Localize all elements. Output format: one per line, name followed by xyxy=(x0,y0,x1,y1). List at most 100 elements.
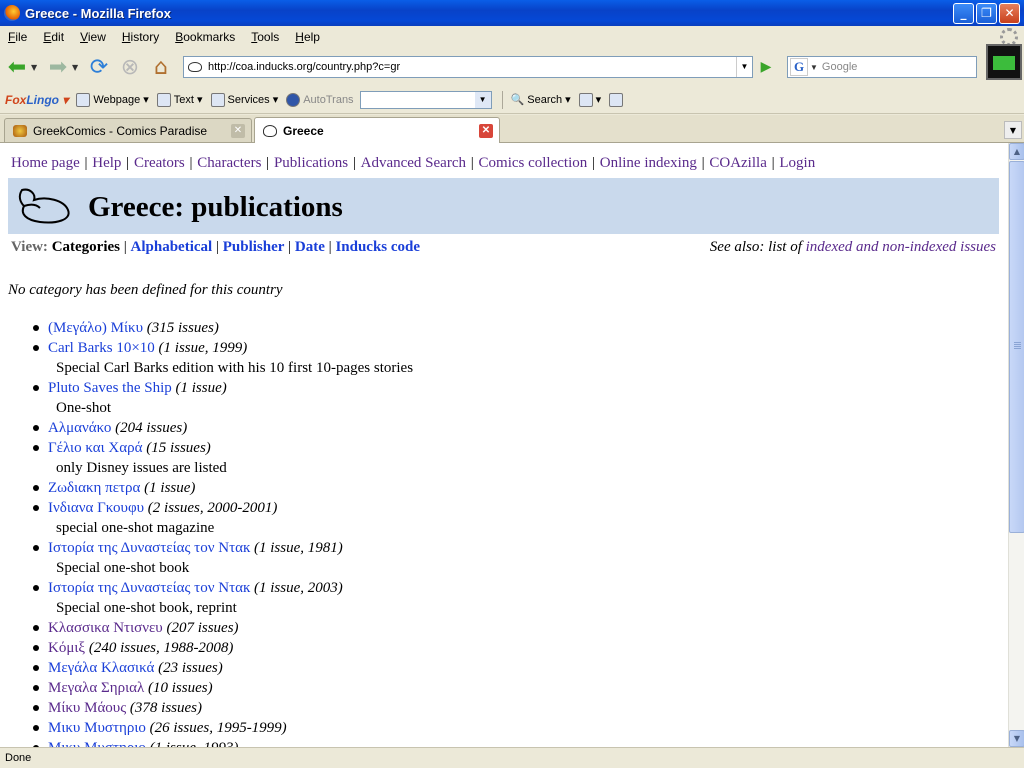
menu-tools[interactable]: Tools xyxy=(243,30,287,44)
publication-link[interactable]: Ιστορία της Δυναστείας τον Νταк xyxy=(48,580,250,596)
menu-bookmarks[interactable]: Bookmarks xyxy=(167,30,243,44)
tab-greece[interactable]: Greece ✕ xyxy=(254,117,500,143)
services-menu[interactable]: Services ▾ xyxy=(210,92,278,107)
nav-login[interactable]: Login xyxy=(779,155,815,171)
foxlingo-label-b: Lingo xyxy=(26,92,59,107)
publication-description: special one-shot magazine xyxy=(56,520,215,536)
image-tool[interactable] xyxy=(609,92,624,107)
tab-greekcomics[interactable]: GreekComics - Comics Paradise ✕ xyxy=(4,118,252,142)
publication-info: (1 issue) xyxy=(144,480,196,496)
home-icon[interactable]: ⌂ xyxy=(147,53,175,81)
autotrans-toggle[interactable]: AutoTrans xyxy=(286,92,354,107)
status-text: Done xyxy=(5,752,32,764)
scroll-thumb[interactable] xyxy=(1009,161,1024,533)
scroll-up-arrow-icon[interactable]: ▲ xyxy=(1009,143,1024,160)
vertical-scrollbar[interactable]: ▲ ▼ xyxy=(1008,143,1024,747)
forward-arrow-icon[interactable]: ➡ xyxy=(44,53,72,81)
nav-help[interactable]: Help xyxy=(92,155,121,171)
publication-link[interactable]: Αλμανάκο xyxy=(48,420,111,436)
list-item: Μεγάλα Κλασικά (23 issues) xyxy=(33,658,413,678)
webpage-icon xyxy=(76,92,91,107)
publication-link[interactable]: Carl Barks 10×10 xyxy=(48,340,155,356)
url-history-dropdown-icon[interactable]: ▼ xyxy=(736,57,752,77)
publication-link[interactable]: Pluto Saves the Ship xyxy=(48,380,172,396)
publication-link[interactable]: (Μεγάλο) Μίκυ xyxy=(48,320,143,336)
firefox-icon xyxy=(4,5,20,21)
translate-menu[interactable]: ▾ xyxy=(578,92,601,107)
tab-label: GreekComics - Comics Paradise xyxy=(33,123,208,138)
menu-view[interactable]: View xyxy=(72,30,114,44)
menu-edit[interactable]: Edit xyxy=(35,30,72,44)
site-favicon-icon xyxy=(188,62,202,72)
nav-characters[interactable]: Characters xyxy=(197,155,261,171)
inducks-duck-logo-icon[interactable] xyxy=(16,186,74,226)
maximize-button[interactable]: ❐ xyxy=(976,2,997,24)
address-bar[interactable]: http://coa.inducks.org/country.php?c=gr … xyxy=(183,56,753,78)
publication-link[interactable]: Μεγάλα Κλασικά xyxy=(48,660,154,676)
list-item: Γέλιο και Χαρά (15 issues) xyxy=(33,438,413,458)
reload-icon[interactable]: ⟳ xyxy=(85,53,113,81)
publication-info: (23 issues) xyxy=(158,660,223,676)
view-date-link[interactable]: Date xyxy=(295,239,325,255)
tab-close-icon[interactable]: ✕ xyxy=(479,123,493,138)
nav-publications[interactable]: Publications xyxy=(274,155,348,171)
list-item: (Μεγάλο) Μίκυ (315 issues) xyxy=(33,318,413,338)
bullet-icon xyxy=(33,585,39,591)
close-button[interactable]: ✕ xyxy=(999,2,1020,24)
back-arrow-icon[interactable]: ⬅ xyxy=(3,53,31,81)
indexed-issues-link[interactable]: indexed and non-indexed issues xyxy=(806,239,996,255)
nav-home-page[interactable]: Home page xyxy=(11,155,80,171)
nav-coazilla[interactable]: COAzilla xyxy=(709,155,767,171)
publication-link[interactable]: Ιστορία της Δυναστείας τον Νταк xyxy=(48,540,250,556)
back-history-dropdown-icon[interactable]: ▼ xyxy=(31,63,41,72)
nav-comics-collection[interactable]: Comics collection xyxy=(479,155,588,171)
url-text[interactable]: http://coa.inducks.org/country.php?c=gr xyxy=(208,61,736,73)
search-placeholder[interactable]: Google xyxy=(822,61,857,73)
view-alphabetical-link[interactable]: Alphabetical xyxy=(131,239,213,255)
search-menu[interactable]: 🔍 Search ▾ xyxy=(511,93,571,107)
search-box[interactable]: G ▼ Google xyxy=(787,56,977,78)
publication-link[interactable]: Ινδιανα Γκουφυ xyxy=(48,500,144,516)
publication-description: Special one-shot book xyxy=(56,560,190,576)
publication-link[interactable]: Μεγαλα Σηριαλ xyxy=(48,680,144,696)
tab-list-dropdown-icon[interactable]: ▼ xyxy=(1004,121,1022,139)
publication-link[interactable]: Γέλιο και Χαρά xyxy=(48,440,142,456)
language-select-dropdown-icon[interactable]: ▼ xyxy=(474,91,491,108)
menu-history[interactable]: History xyxy=(114,30,167,44)
translate-icon xyxy=(578,92,593,107)
publication-link[interactable]: Μικυ Μυστηριο xyxy=(48,740,146,747)
text-menu[interactable]: Text ▾ xyxy=(156,92,203,107)
publication-link[interactable]: Κόμιξ xyxy=(48,640,85,656)
bullet-icon xyxy=(33,665,39,671)
tab-close-icon[interactable]: ✕ xyxy=(231,123,245,138)
publication-link[interactable]: Κλασσικα Ντισνευ xyxy=(48,620,163,636)
nav-online-indexing[interactable]: Online indexing xyxy=(600,155,697,171)
view-label: View: xyxy=(11,239,48,255)
go-arrow-icon[interactable]: ▶ xyxy=(755,56,777,78)
nav-creators[interactable]: Creators xyxy=(134,155,185,171)
forward-history-dropdown-icon[interactable]: ▼ xyxy=(72,63,82,72)
foxlingo-menu[interactable]: FoxLingo ▾ xyxy=(5,93,68,107)
scroll-down-arrow-icon[interactable]: ▼ xyxy=(1009,730,1024,747)
nav-advanced-search[interactable]: Advanced Search xyxy=(361,155,466,171)
publication-link[interactable]: Ζωδιακη πετρα xyxy=(48,480,140,496)
search-engine-dropdown-icon[interactable]: ▼ xyxy=(810,63,818,72)
publication-link[interactable]: Μικυ Μυστηριο xyxy=(48,720,146,736)
publication-info: (240 issues, 1988-2008) xyxy=(88,640,234,656)
no-category-notice: No category has been defined for this co… xyxy=(8,282,283,298)
bullet-icon xyxy=(33,385,39,391)
menu-file[interactable]: File xyxy=(0,30,35,44)
publication-link[interactable]: Μίκυ Μάους xyxy=(48,700,126,716)
google-engine-icon[interactable]: G xyxy=(790,58,808,76)
page-content: Home page | Help | Creators | Characters… xyxy=(0,143,1008,747)
webpage-menu[interactable]: Webpage ▾ xyxy=(76,92,149,107)
stop-icon[interactable]: ⊗ xyxy=(116,53,144,81)
text-label: Text xyxy=(173,93,194,106)
list-item: Pluto Saves the Ship (1 issue) xyxy=(33,378,413,398)
language-select[interactable]: ▼ xyxy=(359,90,492,109)
screenshot-tool-icon[interactable] xyxy=(986,44,1022,80)
minimize-button[interactable]: _ xyxy=(953,2,974,24)
view-inducks-code-link[interactable]: Inducks code xyxy=(335,239,420,255)
view-publisher-link[interactable]: Publisher xyxy=(223,239,285,255)
menu-help[interactable]: Help xyxy=(287,30,328,44)
